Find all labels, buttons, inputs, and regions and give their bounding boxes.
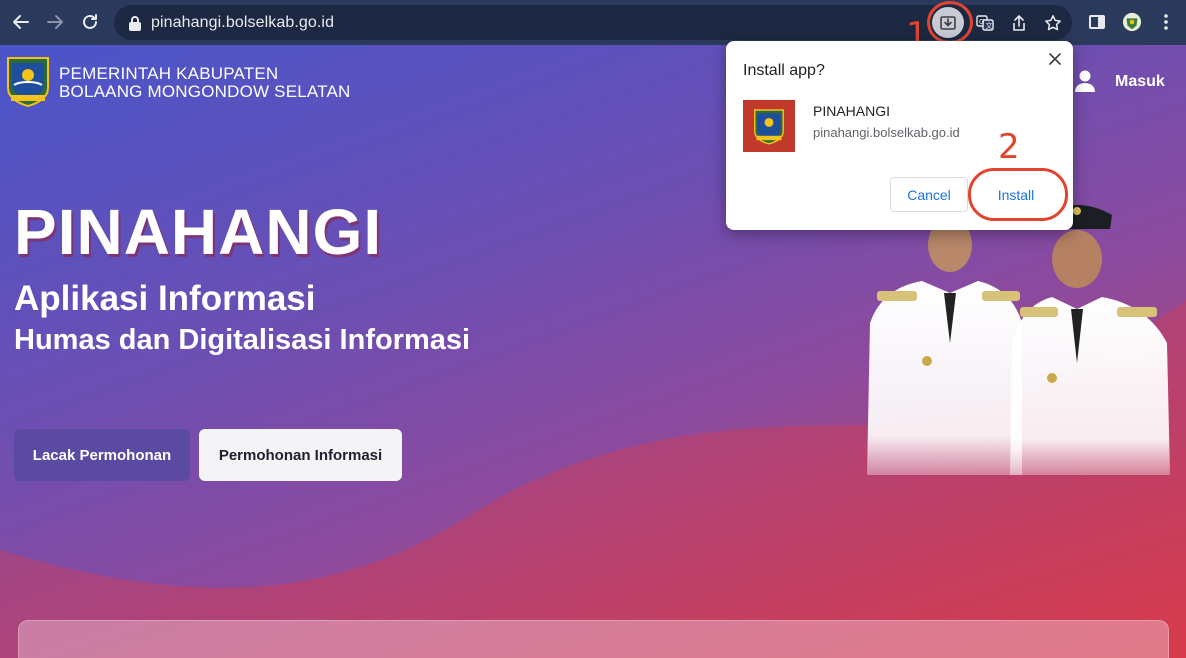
side-panel-icon[interactable]	[1084, 9, 1110, 35]
regency-logo[interactable]	[6, 55, 50, 107]
annotation-step-2: 2	[998, 127, 1020, 167]
hero-subtitle-1: Aplikasi Informasi	[14, 279, 316, 318]
hero-title: PINAHANGI	[14, 196, 383, 268]
annotation-ring-step-2	[968, 168, 1068, 221]
app-icon	[743, 100, 795, 152]
request-information-button[interactable]: Permohonan Informasi	[199, 429, 402, 481]
track-request-button[interactable]: Lacak Permohonan	[14, 429, 190, 481]
dialog-title: Install app?	[743, 62, 825, 79]
hero-subtitle-2: Humas dan Digitalisasi Informasi	[14, 324, 471, 356]
brand-name[interactable]: PEMERINTAH KABUPATEN BOLAANG MONGONDOW S…	[59, 65, 351, 101]
annotation-ring-step-1	[927, 1, 973, 44]
brand-line-2: BOLAANG MONGONDOW SELATAN	[59, 82, 351, 101]
reload-icon[interactable]	[77, 9, 103, 35]
back-arrow-icon[interactable]	[8, 9, 34, 35]
bookmark-star-icon[interactable]	[1042, 12, 1064, 34]
svg-text:文: 文	[986, 21, 993, 30]
kebab-menu-icon[interactable]	[1153, 9, 1179, 35]
user-icon[interactable]	[1074, 69, 1096, 93]
forward-arrow-icon[interactable]	[42, 9, 68, 35]
officials-photo	[867, 197, 1170, 475]
app-url: pinahangi.bolselkab.go.id	[813, 125, 960, 140]
app-name: PINAHANGI	[813, 103, 891, 119]
svg-text:G: G	[979, 18, 984, 26]
translate-icon[interactable]: G文	[974, 12, 996, 34]
login-link[interactable]: Masuk	[1115, 73, 1165, 91]
profile-avatar[interactable]	[1119, 9, 1145, 35]
share-icon[interactable]	[1008, 12, 1030, 34]
close-icon[interactable]	[1046, 50, 1064, 68]
cancel-button[interactable]: Cancel	[890, 177, 968, 212]
content-card	[18, 620, 1169, 658]
lock-icon[interactable]	[128, 15, 142, 31]
brand-line-1: PEMERINTAH KABUPATEN	[59, 64, 279, 83]
url-text[interactable]: pinahangi.bolselkab.go.id	[151, 14, 334, 32]
browser-toolbar: pinahangi.bolselkab.go.id G文 1	[0, 0, 1186, 52]
